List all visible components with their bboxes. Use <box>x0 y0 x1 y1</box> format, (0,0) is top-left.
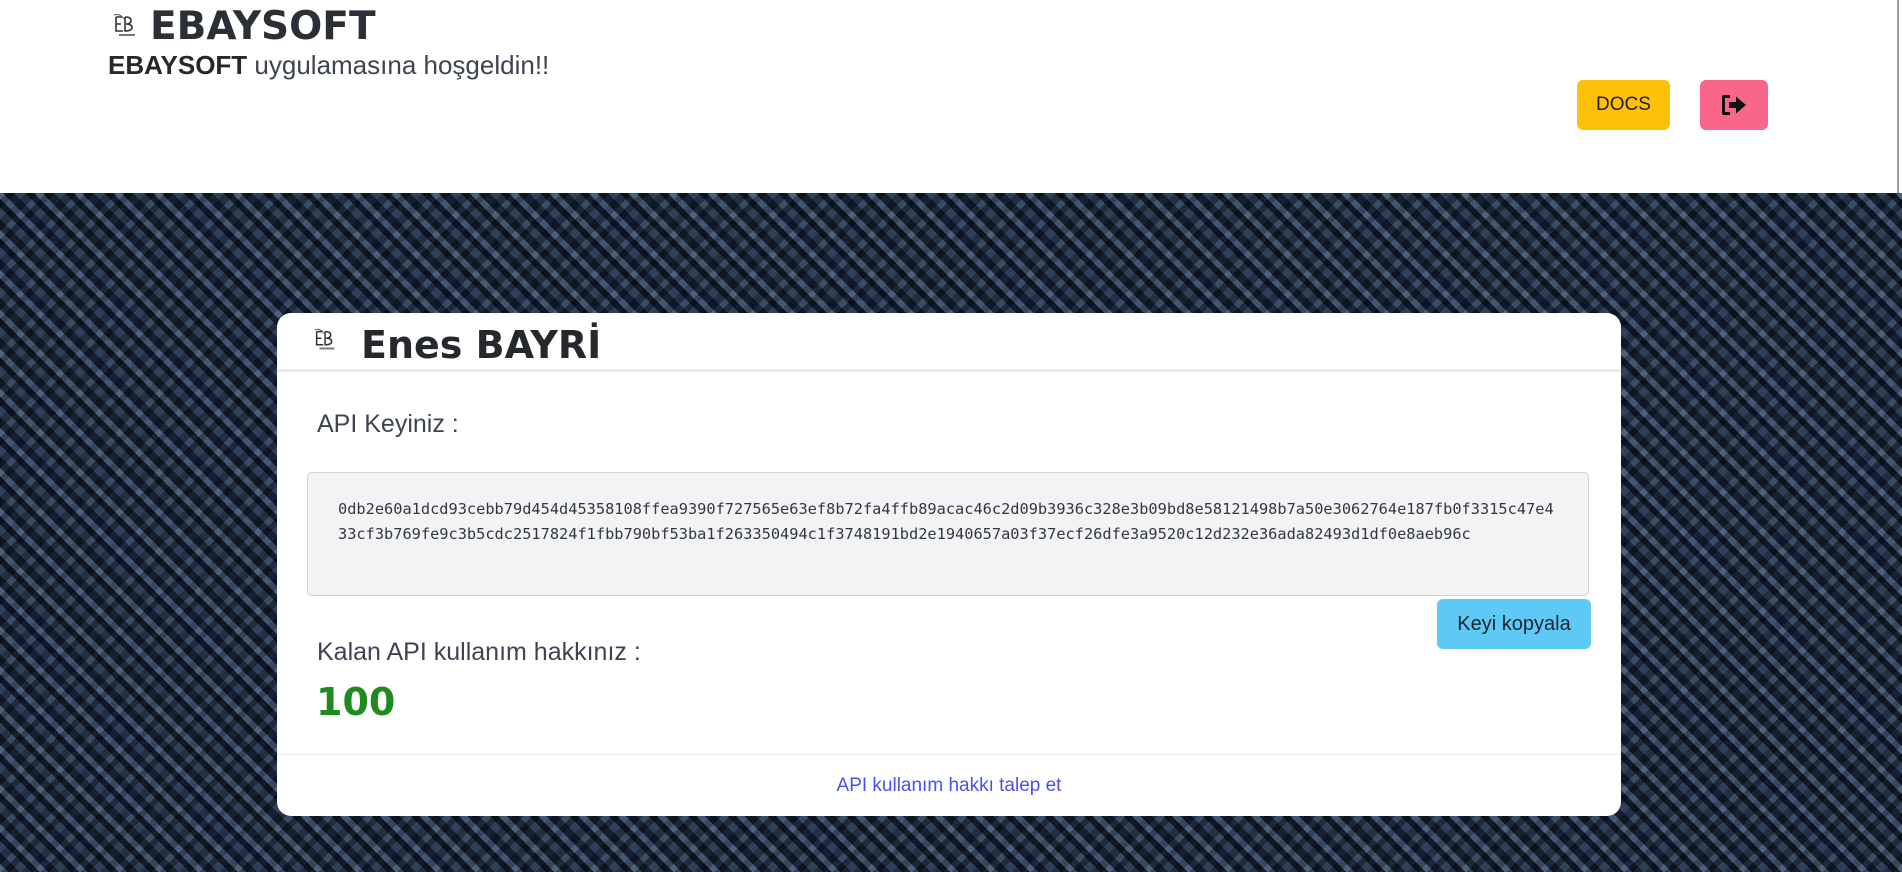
welcome-message: EBAYSOFT uygulamasına hoşgeldin!! <box>108 50 549 81</box>
remaining-usage-label: Kalan API kullanım hakkınız : <box>317 638 641 666</box>
sign-out-icon <box>1722 95 1746 115</box>
docs-button[interactable]: DOCS <box>1577 80 1670 130</box>
scrollbar[interactable] <box>1897 0 1899 193</box>
user-name-title: Enes BAYRİ <box>361 323 602 367</box>
api-key-label: API Keyiniz : <box>317 410 459 438</box>
card-footer: API kullanım hakkı talep et <box>277 754 1621 816</box>
welcome-brand: EBAYSOFT <box>108 50 248 80</box>
brand: EBAYSOFT <box>110 4 376 49</box>
card-header: Enes BAYRİ <box>277 313 1621 372</box>
api-key-value: 0db2e60a1dcd93cebb79d454d45358108ffea939… <box>338 500 1554 543</box>
ebaysoft-logo-icon <box>110 10 142 43</box>
remaining-usage-value: 100 <box>316 680 396 724</box>
api-card: Enes BAYRİ API Keyiniz : 0db2e60a1dcd93c… <box>277 313 1621 816</box>
copy-key-button[interactable]: Keyi kopyala <box>1437 599 1591 649</box>
welcome-text: uygulamasına hoşgeldin!! <box>247 50 550 80</box>
api-key-field[interactable]: 0db2e60a1dcd93cebb79d454d45358108ffea939… <box>307 472 1589 596</box>
request-usage-link[interactable]: API kullanım hakkı talep et <box>837 775 1062 797</box>
brand-title: EBAYSOFT <box>150 4 376 49</box>
copy-key-label: Keyi kopyala <box>1457 612 1571 635</box>
docs-button-label: DOCS <box>1596 94 1651 115</box>
ebaysoft-logo-icon <box>314 328 335 350</box>
top-header: EBAYSOFT EBAYSOFT uygulamasına hoşgeldin… <box>0 0 1902 193</box>
logout-button[interactable] <box>1700 80 1768 130</box>
